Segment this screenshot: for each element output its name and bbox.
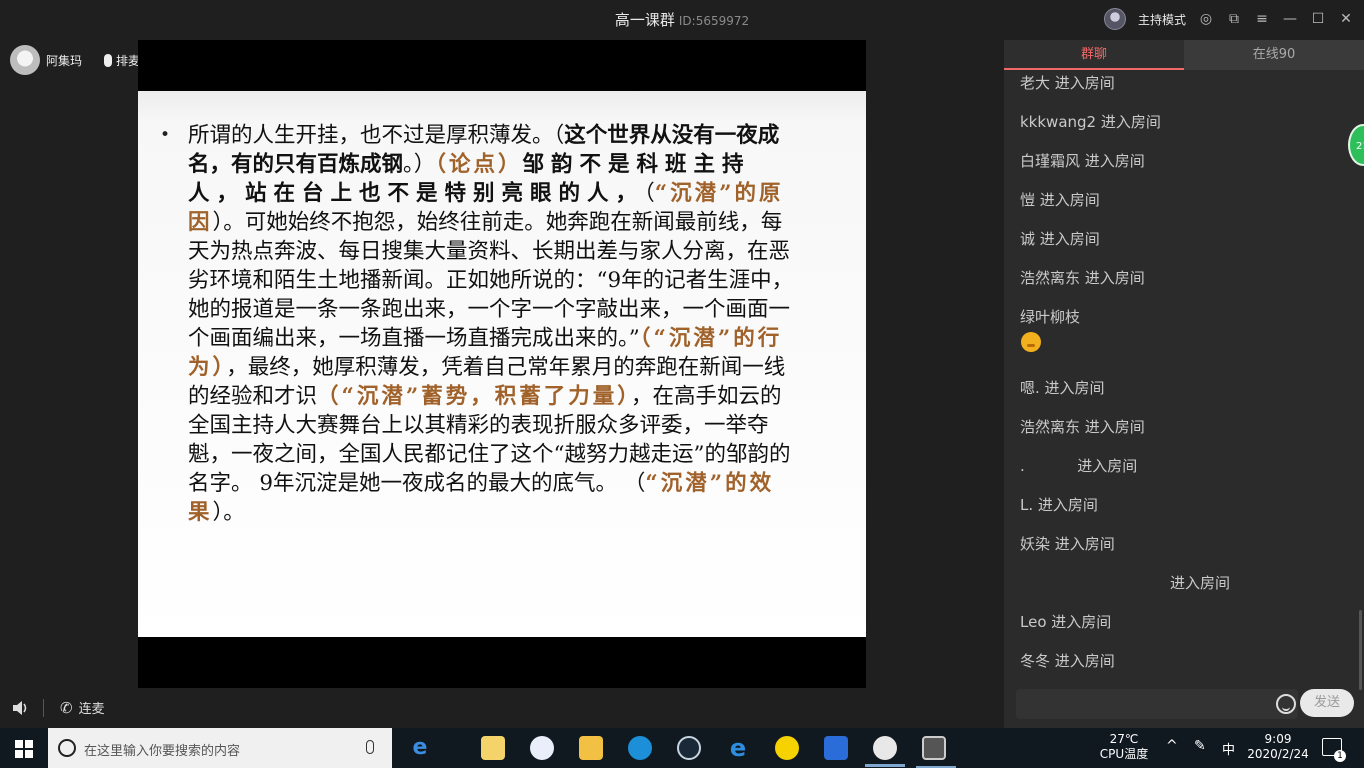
slide-segment: 所谓的人生开挂，也不过是厚积薄发。（ (188, 123, 565, 148)
slide-segment: （论点） (435, 152, 523, 177)
app-avatar-icon[interactable] (865, 736, 905, 767)
temperature-label: CPU温度 (1099, 747, 1149, 761)
share-icon[interactable]: ⧉ (1226, 11, 1242, 27)
list-item: L. 进入房间 (1020, 496, 1098, 514)
clock[interactable]: 9:09 2020/2/24 (1246, 732, 1310, 768)
slide-bullet: • (160, 125, 171, 145)
title-bar: 高一课群 ID:5659972 主持模式 ◎ ⧉ ≡ — ☐ ✕ (0, 0, 1364, 40)
list-item: 诚 进入房间 (1020, 230, 1100, 248)
tab-online[interactable]: 在线90 (1184, 40, 1364, 70)
chat-panel: 群聊 在线90 老大 进入房间 kkkwang2 进入房间 白瑾霜风 进入房间 … (1004, 40, 1364, 728)
list-item: . 进入房间 (1020, 457, 1138, 475)
slide-segment: （ (644, 181, 655, 206)
list-item: 妖染 进入房间 (1020, 535, 1115, 553)
slide-paragraph: 所谓的人生开挂，也不过是厚积薄发。（这个世界从没有一夜成名，有的只有百炼成钢。）… (188, 121, 798, 527)
list-item: Leo 进入房间 (1020, 613, 1112, 631)
pen-icon[interactable]: ✎ (1194, 738, 1206, 768)
send-button[interactable]: 发送 (1300, 689, 1354, 717)
panel-tabs: 群聊 在线90 (1004, 40, 1364, 70)
list-item: 进入房间 (1169, 574, 1230, 592)
taskbar-search[interactable]: 在这里输入你要搜索的内容 (48, 728, 392, 768)
voice-bar: ✆ 连麦 (0, 690, 1004, 728)
slide-segment: ）。 (212, 500, 245, 525)
windows-icon (15, 740, 33, 758)
presenter-chip[interactable]: 阿集玛 (10, 45, 82, 75)
host-mode-label[interactable]: 主持模式 (1138, 11, 1186, 28)
host-avatar[interactable] (1103, 8, 1126, 30)
message-list: 老大 进入房间 kkkwang2 进入房间 白瑾霜风 进入房间 愷 进入房间 诚… (1004, 70, 1354, 680)
list-item: kkkwang2 进入房间 (1020, 113, 1161, 131)
list-item: 老大 进入房间 (1020, 74, 1115, 92)
search-placeholder: 在这里输入你要搜索的内容 (84, 744, 241, 759)
start-button[interactable] (0, 728, 48, 768)
notification-count: 1 (1334, 750, 1346, 762)
list-item: 浩然离东 进入房间 (1020, 418, 1145, 436)
slide: • 所谓的人生开挂，也不过是厚积薄发。（这个世界从没有一夜成名，有的只有百炼成钢… (138, 91, 866, 637)
chat-input-row: 发送 (1016, 689, 1356, 719)
chevron-up-icon[interactable]: ^ (1166, 738, 1178, 768)
close-button[interactable]: ✕ (1338, 11, 1354, 27)
taskbar: 在这里输入你要搜索的内容 e e 27℃ CPU温度 ^ ✎ 中 9:09 20… (0, 728, 1364, 768)
microphone-icon (104, 53, 112, 67)
emoji-icon (1021, 332, 1041, 352)
clock-time: 9:09 (1264, 732, 1292, 746)
app-green-icon[interactable] (775, 736, 799, 760)
maximize-button[interactable]: ☐ (1310, 11, 1326, 27)
connect-mic-label: 连麦 (78, 702, 105, 717)
app-search-icon[interactable] (628, 736, 652, 760)
window-controls: 主持模式 ◎ ⧉ ≡ — ☐ ✕ (1103, 6, 1354, 32)
cpu-temperature[interactable]: 27℃ CPU温度 (1096, 732, 1152, 768)
smiley-icon[interactable] (1276, 694, 1296, 714)
app-g-icon[interactable] (824, 736, 848, 760)
connect-mic-button[interactable]: ✆ 连麦 (60, 698, 105, 718)
file-explorer-icon[interactable] (579, 736, 603, 760)
phone-icon: ✆ (60, 698, 73, 717)
presentation-stage: • 所谓的人生开挂，也不过是厚积薄发。（这个世界从没有一夜成名，有的只有百炼成钢… (138, 40, 866, 688)
room-name: 高一课群 (614, 11, 675, 29)
app-screen-icon[interactable] (916, 736, 956, 768)
settings-icon[interactable]: ◎ (1198, 11, 1214, 27)
slide-segment: （“沉潜”蓄势，积蓄了力量） (317, 384, 632, 409)
tab-group-chat[interactable]: 群聊 (1004, 40, 1184, 70)
mic-queue-label: 排麦 (116, 53, 141, 68)
steam-icon[interactable] (677, 736, 701, 760)
ime-indicator[interactable]: 中 (1222, 739, 1235, 768)
speaker-icon[interactable] (12, 700, 30, 716)
list-item: 绿叶柳枝 (1020, 308, 1081, 326)
minimize-button[interactable]: — (1282, 11, 1298, 27)
cortana-icon (58, 739, 76, 757)
list-item: 嗯. 进入房间 (1020, 379, 1105, 397)
microphone-icon[interactable] (366, 740, 374, 754)
divider (43, 699, 44, 717)
app-window: 高一课群 ID:5659972 主持模式 ◎ ⧉ ≡ — ☐ ✕ 阿集玛 排麦 •… (0, 0, 1364, 768)
list-item: 愷 进入房间 (1020, 191, 1100, 209)
scroll-thumb[interactable] (1359, 610, 1362, 690)
chat-input[interactable] (1016, 689, 1298, 719)
presenter-name: 阿集玛 (46, 53, 83, 68)
menu-icon[interactable]: ≡ (1254, 11, 1270, 27)
app-yellow-icon[interactable] (481, 736, 505, 760)
list-item: 白瑾霜风 进入房间 (1020, 152, 1145, 170)
app-blue-icon[interactable] (530, 736, 554, 760)
slide-segment: 。） (403, 152, 436, 177)
edge-icon[interactable]: e (726, 736, 750, 760)
avatar (10, 45, 40, 75)
mic-queue-button[interactable]: 排麦 (104, 50, 140, 70)
temperature-value: 27℃ (1109, 732, 1139, 746)
list-item: 冬冬 进入房间 (1020, 652, 1115, 670)
ie-icon[interactable]: e (408, 736, 432, 760)
clock-date: 2020/2/24 (1247, 747, 1309, 761)
room-id: ID:5659972 (678, 14, 750, 28)
list-item: 浩然离东 进入房间 (1020, 269, 1145, 287)
